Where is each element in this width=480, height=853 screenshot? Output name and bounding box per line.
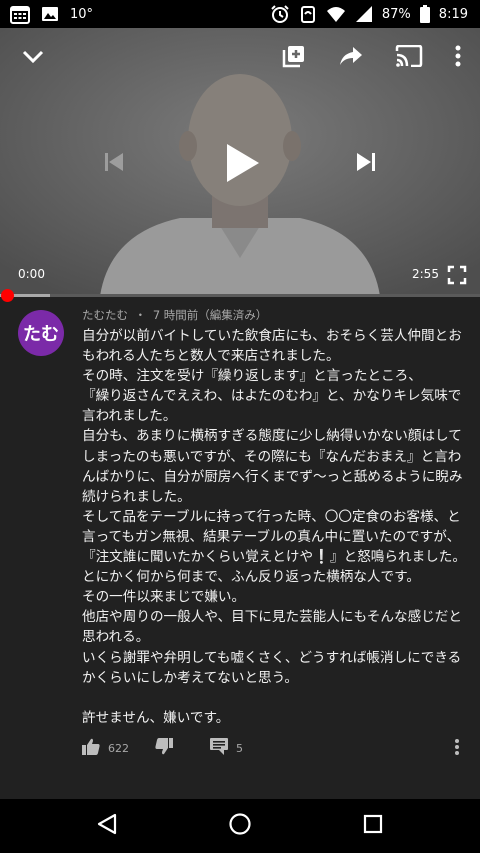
comment-line: んばかりに、自分が厨房へ行くまでず〜っと舐めるように睨み xyxy=(82,468,463,485)
comment-timestamp: 7 時間前（編集済み） xyxy=(152,308,268,322)
battery-percent: 87% xyxy=(381,6,411,22)
thumb-up-icon xyxy=(82,738,100,758)
comment-line: 言ってもガン無視、結果テーブルの真ん中に置いたのですが、 xyxy=(82,528,461,545)
comment-icon xyxy=(210,738,228,758)
next-icon[interactable] xyxy=(352,148,380,176)
avatar[interactable]: たむ xyxy=(18,310,64,356)
meta-separator: ・ xyxy=(134,308,147,322)
share-icon[interactable] xyxy=(337,42,365,70)
reply-count: 5 xyxy=(236,741,243,755)
more-vert-icon xyxy=(454,738,460,759)
signal-icon xyxy=(354,4,374,24)
cast-icon[interactable] xyxy=(394,42,424,70)
comment-line: 他店や周りの一般人や、目下に見た芸能人にもそんな感じだと xyxy=(82,609,462,626)
comment-more-button[interactable] xyxy=(454,738,460,759)
comment-line: しまったのも悪いですが、その際にも『なんだおまえ』と言わ xyxy=(82,448,462,465)
current-time: 0:00 xyxy=(18,267,45,281)
comment-line: 『注文誰に聞いたかくらい覚えとけや❕』と怒鳴られました。 xyxy=(82,549,466,566)
comment-blank-line xyxy=(82,688,462,708)
battery-icon xyxy=(419,4,431,24)
comment-line: とにかく何から何まで、ふん反り返った横柄な人です。 xyxy=(82,569,420,586)
recents-square-icon xyxy=(363,814,383,838)
recents-button[interactable] xyxy=(353,806,393,846)
comment-line: そして品をテーブルに持って行った時、〇〇定食のお客様、と xyxy=(82,508,461,525)
duration: 2:55 xyxy=(412,267,439,281)
progress-track[interactable] xyxy=(0,294,480,297)
like-button[interactable]: 622 xyxy=(82,738,129,758)
comment-line: 許せません、嫌いです。 xyxy=(82,709,230,726)
nfc-icon xyxy=(298,4,318,24)
comment-line: その一件以来まじで嫌い。 xyxy=(82,589,246,606)
image-icon xyxy=(40,4,60,24)
status-bar: 10° 87% 8:19 xyxy=(0,0,480,28)
clock: 8:19 xyxy=(438,6,468,22)
comment-text: 自分が以前バイトしていた飲食店にも、おそらく芸人仲間とお もわれる人たちと数人で来… xyxy=(82,326,466,728)
fullscreen-icon[interactable] xyxy=(444,262,470,288)
alarm-icon xyxy=(270,4,290,24)
comment-author[interactable]: たむたむ xyxy=(82,308,128,322)
thumb-down-icon xyxy=(155,738,173,758)
comment-line: 自分が以前バイトしていた飲食店にも、おそらく芸人仲間とお xyxy=(82,328,462,344)
comment-line: その時、注文を受け『繰り返します』と言ったところ、 xyxy=(82,368,422,385)
weather-temperature: 10° xyxy=(70,6,94,22)
system-nav-bar xyxy=(0,799,480,853)
play-icon[interactable] xyxy=(218,138,268,188)
avatar-text: たむ xyxy=(23,324,59,345)
comment-line: かくらいにしか考えてないと思う。 xyxy=(82,669,299,686)
comment-line: 思われる。 xyxy=(82,629,150,646)
like-count: 622 xyxy=(108,741,129,755)
home-circle-icon xyxy=(228,812,252,840)
comment-line: 続けられました。 xyxy=(82,488,191,505)
comment-line: もわれる人たちと数人で来店されました。 xyxy=(82,348,340,365)
home-button[interactable] xyxy=(220,806,260,846)
dislike-button[interactable] xyxy=(155,738,173,758)
comment-meta: たむたむ ・ 7 時間前（編集済み） xyxy=(82,307,267,323)
comment-line: 言われました。 xyxy=(82,408,177,425)
comment-line: いくら謝罪や弁明しても嘘くさく、どうすれば帳消しにできる xyxy=(82,649,462,666)
video-player[interactable]: 0:00 2:55 xyxy=(0,28,480,296)
comment-line: 自分も、あまりに横柄すぎる態度に少し納得いかない顔はして xyxy=(82,428,462,445)
more-vert-icon[interactable] xyxy=(446,42,470,70)
previous-icon[interactable] xyxy=(100,148,128,176)
back-button[interactable] xyxy=(87,806,127,846)
reply-button[interactable]: 5 xyxy=(210,738,243,758)
calendar-icon xyxy=(10,4,30,24)
comment-actions: 622 5 xyxy=(82,738,472,762)
progress-scrubber[interactable] xyxy=(1,289,14,302)
wifi-icon xyxy=(326,4,346,24)
collapse-chevron-icon[interactable] xyxy=(18,42,48,72)
comment-line: 『繰り返さんでええわ、はよたのむわ』と、かなりキレ気味で xyxy=(82,388,462,405)
back-triangle-icon xyxy=(96,813,118,839)
add-to-playlist-icon[interactable] xyxy=(280,42,308,70)
